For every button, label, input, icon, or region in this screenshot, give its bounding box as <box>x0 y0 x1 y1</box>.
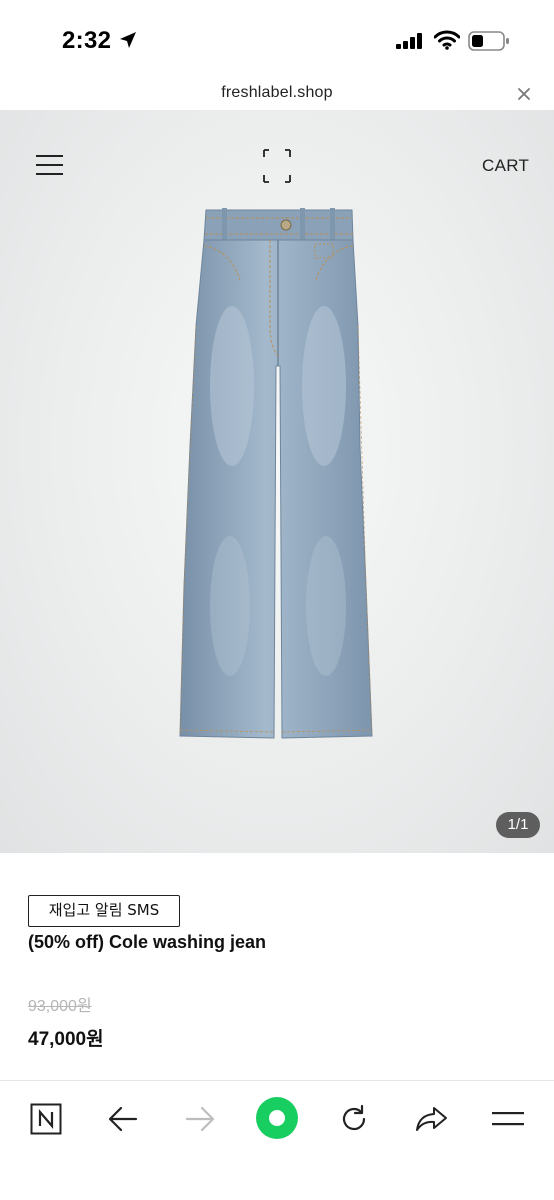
original-price: 93,000원 <box>28 998 92 1015</box>
wifi-icon <box>434 30 460 50</box>
close-icon[interactable] <box>516 86 532 102</box>
share-button[interactable] <box>409 1097 453 1141</box>
forward-button[interactable] <box>178 1097 222 1141</box>
slide-counter: 1/1 <box>496 812 540 838</box>
cart-link[interactable]: CART <box>482 156 529 176</box>
forward-arrow-icon <box>185 1106 215 1132</box>
location-arrow-icon <box>120 32 136 48</box>
browser-toolbar <box>0 1080 554 1200</box>
product-name: (50% off) Cole washing jean <box>28 932 267 952</box>
reload-icon <box>342 1104 366 1131</box>
more-menu-icon <box>492 1112 524 1126</box>
more-menu-button[interactable] <box>486 1097 530 1141</box>
restock-sms-button[interactable]: 재입고 알림 SMS <box>28 895 180 927</box>
status-time: 2:32 <box>62 27 112 54</box>
green-record-icon <box>256 1097 298 1139</box>
cellular-signal-icon <box>396 33 422 49</box>
battery-icon <box>468 31 509 51</box>
share-icon <box>416 1107 447 1131</box>
sale-price: 47,000원 <box>28 1029 104 1050</box>
product-gallery[interactable]: CART 1/1 <box>0 110 554 853</box>
reload-button[interactable] <box>332 1097 376 1141</box>
back-arrow-icon <box>108 1106 138 1132</box>
hamburger-menu-icon[interactable] <box>36 154 64 176</box>
jeans-product-image[interactable] <box>170 206 384 766</box>
back-button[interactable] <box>101 1097 145 1141</box>
bracket-logo-icon[interactable] <box>262 148 292 184</box>
url-text[interactable]: freshlabel.shop <box>0 84 554 102</box>
naver-home-button[interactable] <box>24 1097 68 1141</box>
status-bar: 2:32 <box>0 0 554 80</box>
green-record-button[interactable] <box>254 1095 300 1141</box>
browser-url-bar[interactable]: freshlabel.shop <box>0 80 554 110</box>
naver-home-icon <box>30 1103 62 1135</box>
